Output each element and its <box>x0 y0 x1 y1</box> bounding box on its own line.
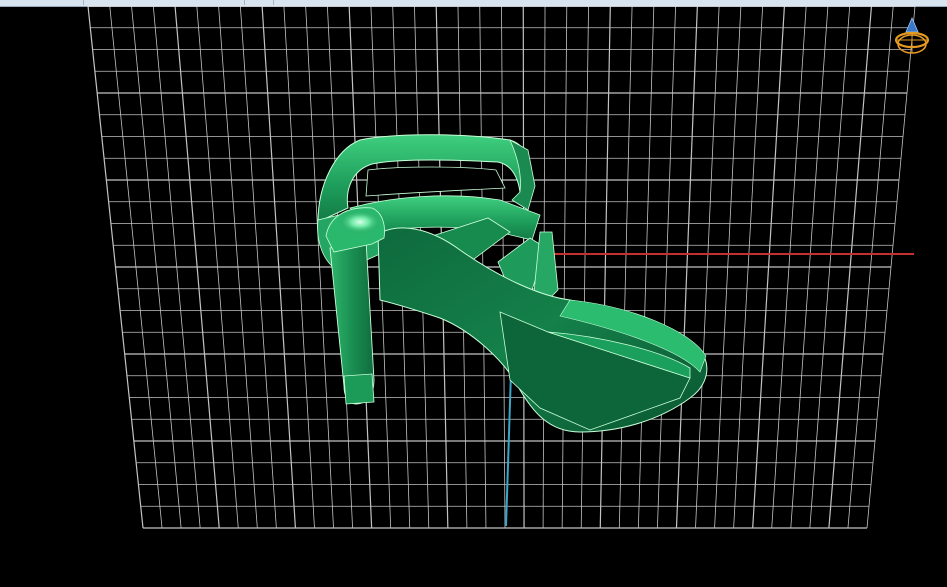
navigation-gizmo-icon[interactable] <box>894 16 930 54</box>
ankle-strap-inner <box>365 166 506 197</box>
heel-tip <box>343 373 375 405</box>
3d-viewport[interactable] <box>0 0 947 587</box>
toe-strap <box>533 231 559 301</box>
scene-canvas[interactable] <box>0 0 947 587</box>
y-axis-line <box>505 371 512 527</box>
specular-highlight <box>338 210 382 234</box>
